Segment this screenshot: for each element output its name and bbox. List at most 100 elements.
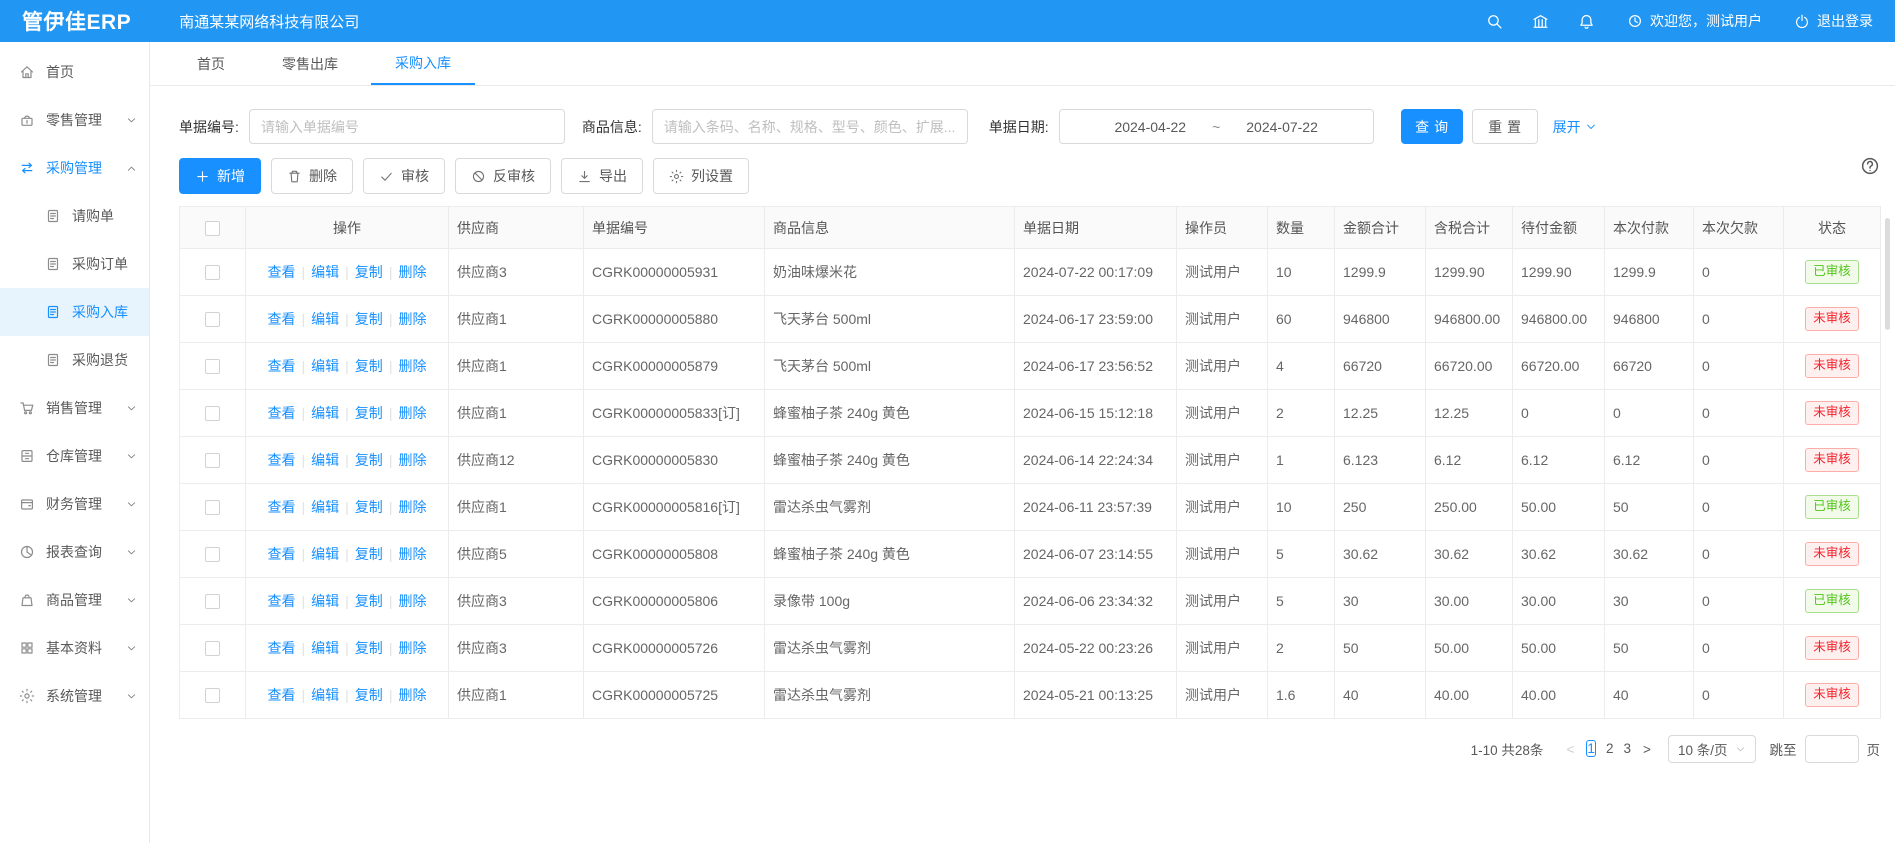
row-checkbox[interactable] — [205, 641, 220, 656]
sidebar-item-report-query[interactable]: 报表查询 — [0, 528, 149, 576]
product-input[interactable] — [652, 109, 968, 144]
row-action-view[interactable]: 查看 — [268, 593, 296, 609]
sidebar-item-purchase-return[interactable]: 采购退货 — [0, 336, 149, 384]
row-action-edit[interactable]: 编辑 — [311, 358, 339, 374]
row-action-edit[interactable]: 编辑 — [311, 640, 339, 656]
row-actions-cell: 查看|编辑|复制|删除 — [246, 484, 449, 531]
search-icon[interactable] — [1486, 13, 1503, 30]
tab-retail-outbound[interactable]: 零售出库 — [258, 42, 362, 85]
row-checkbox[interactable] — [205, 406, 220, 421]
sidebar-item-purchase-order[interactable]: 采购订单 — [0, 240, 149, 288]
row-action-delete[interactable]: 删除 — [398, 452, 426, 468]
page-number-3[interactable]: 3 — [1623, 741, 1631, 756]
action-separator: | — [345, 593, 349, 609]
bill-no-input[interactable] — [249, 109, 565, 144]
row-checkbox[interactable] — [205, 359, 220, 374]
expand-link[interactable]: 展开 — [1553, 117, 1597, 137]
row-checkbox[interactable] — [205, 594, 220, 609]
page-number-1[interactable]: 1 — [1586, 740, 1596, 757]
row-action-delete[interactable]: 删除 — [398, 311, 426, 327]
row-action-delete[interactable]: 删除 — [398, 593, 426, 609]
sidebar-item-purchase-mgmt[interactable]: 采购管理 — [0, 144, 149, 192]
row-action-copy[interactable]: 复制 — [355, 640, 383, 656]
row-action-delete[interactable]: 删除 — [398, 687, 426, 703]
row-action-copy[interactable]: 复制 — [355, 405, 383, 421]
sidebar-item-basic-data[interactable]: 基本资料 — [0, 624, 149, 672]
columns-button[interactable]: 列设置 — [653, 158, 749, 194]
export-button[interactable]: 导出 — [561, 158, 643, 194]
row-checkbox[interactable] — [205, 688, 220, 703]
row-action-view[interactable]: 查看 — [268, 687, 296, 703]
sidebar-item-purchase-request[interactable]: 请购单 — [0, 192, 149, 240]
row-action-view[interactable]: 查看 — [268, 264, 296, 280]
tab-home[interactable]: 首页 — [173, 42, 249, 85]
row-action-edit[interactable]: 编辑 — [311, 452, 339, 468]
logout-button[interactable]: 退出登录 — [1794, 11, 1873, 31]
row-action-copy[interactable]: 复制 — [355, 593, 383, 609]
row-action-edit[interactable]: 编辑 — [311, 405, 339, 421]
help-icon[interactable] — [1860, 156, 1880, 176]
jump-page-input[interactable] — [1805, 735, 1859, 763]
table-row: 查看|编辑|复制|删除供应商3CGRK00000005806录像带 100g20… — [180, 578, 1881, 625]
date-to[interactable]: 2024-07-22 — [1246, 119, 1318, 135]
sidebar-item-warehouse-mgmt[interactable]: 仓库管理 — [0, 432, 149, 480]
row-action-edit[interactable]: 编辑 — [311, 593, 339, 609]
row-action-edit[interactable]: 编辑 — [311, 546, 339, 562]
search-button[interactable]: 查询 — [1401, 109, 1463, 144]
sidebar-item-finance-mgmt[interactable]: 财务管理 — [0, 480, 149, 528]
row-action-view[interactable]: 查看 — [268, 640, 296, 656]
row-action-edit[interactable]: 编辑 — [311, 687, 339, 703]
date-from[interactable]: 2024-04-22 — [1114, 119, 1186, 135]
sidebar-item-goods-mgmt[interactable]: 商品管理 — [0, 576, 149, 624]
welcome-user[interactable]: 欢迎您，测试用户 — [1627, 11, 1762, 31]
next-page-button[interactable]: > — [1636, 742, 1658, 757]
sidebar-item-retail-mgmt[interactable]: 零售管理 — [0, 96, 149, 144]
table-scrollbar[interactable] — [1885, 218, 1890, 330]
row-action-delete[interactable]: 删除 — [398, 499, 426, 515]
row-checkbox[interactable] — [205, 500, 220, 515]
prev-page-button[interactable]: < — [1559, 742, 1581, 757]
row-action-view[interactable]: 查看 — [268, 358, 296, 374]
add-button[interactable]: 新增 — [179, 158, 261, 194]
row-action-delete[interactable]: 删除 — [398, 405, 426, 421]
row-action-copy[interactable]: 复制 — [355, 499, 383, 515]
row-action-copy[interactable]: 复制 — [355, 546, 383, 562]
tab-purchase-inbound[interactable]: 采购入库 — [371, 42, 475, 85]
row-checkbox[interactable] — [205, 453, 220, 468]
row-action-edit[interactable]: 编辑 — [311, 499, 339, 515]
row-action-delete[interactable]: 删除 — [398, 264, 426, 280]
row-action-view[interactable]: 查看 — [268, 546, 296, 562]
row-checkbox[interactable] — [205, 547, 220, 562]
row-checkbox[interactable] — [205, 312, 220, 327]
sidebar-item-home[interactable]: 首页 — [0, 48, 149, 96]
row-action-copy[interactable]: 复制 — [355, 452, 383, 468]
row-action-edit[interactable]: 编辑 — [311, 264, 339, 280]
row-action-view[interactable]: 查看 — [268, 499, 296, 515]
bell-icon[interactable] — [1578, 13, 1595, 30]
row-action-view[interactable]: 查看 — [268, 311, 296, 327]
row-action-copy[interactable]: 复制 — [355, 687, 383, 703]
row-action-copy[interactable]: 复制 — [355, 358, 383, 374]
sidebar-item-sales-mgmt[interactable]: 销售管理 — [0, 384, 149, 432]
row-action-edit[interactable]: 编辑 — [311, 311, 339, 327]
sidebar-item-system-mgmt[interactable]: 系统管理 — [0, 672, 149, 720]
select-all-checkbox[interactable] — [205, 221, 220, 236]
bank-icon[interactable] — [1532, 13, 1549, 30]
row-action-delete[interactable]: 删除 — [398, 546, 426, 562]
audit-button[interactable]: 审核 — [363, 158, 445, 194]
row-action-delete[interactable]: 删除 — [398, 358, 426, 374]
delete-button[interactable]: 删除 — [271, 158, 353, 194]
row-action-copy[interactable]: 复制 — [355, 264, 383, 280]
row-action-copy[interactable]: 复制 — [355, 311, 383, 327]
row-checkbox[interactable] — [205, 265, 220, 280]
sidebar-item-purchase-inbound[interactable]: 采购入库 — [0, 288, 149, 336]
action-separator: | — [389, 358, 393, 374]
page-number-2[interactable]: 2 — [1606, 741, 1614, 756]
date-range-picker[interactable]: 2024-04-22 ~ 2024-07-22 — [1059, 109, 1374, 144]
reset-button[interactable]: 重置 — [1472, 109, 1538, 144]
unaudit-button[interactable]: 反审核 — [455, 158, 551, 194]
page-size-select[interactable]: 10 条/页 — [1668, 735, 1756, 763]
row-action-view[interactable]: 查看 — [268, 452, 296, 468]
row-action-delete[interactable]: 删除 — [398, 640, 426, 656]
row-action-view[interactable]: 查看 — [268, 405, 296, 421]
